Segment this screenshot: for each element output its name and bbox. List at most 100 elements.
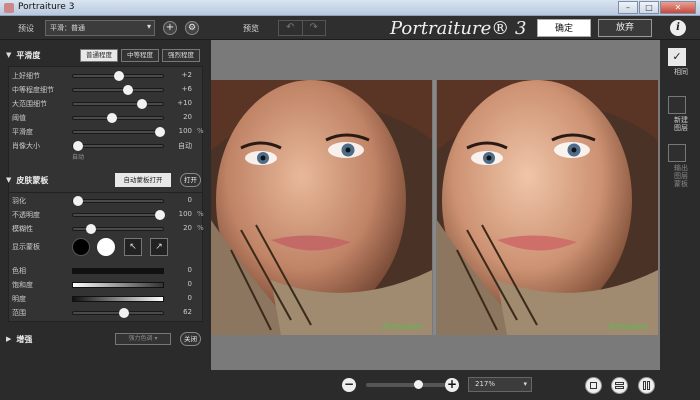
window-title: Portraiture 3 [18, 2, 75, 12]
slider-knob[interactable] [155, 127, 166, 137]
preview-divider[interactable] [433, 80, 436, 335]
slider-track[interactable] [72, 224, 164, 234]
slider-row: 色相 0 [12, 265, 202, 277]
zoom-value: 217% [475, 380, 496, 388]
preview-area[interactable]: Portraiture Portraiture [211, 40, 660, 370]
enhance-title: 增强 [16, 334, 33, 344]
slider-knob[interactable] [86, 224, 97, 234]
slider-track[interactable] [72, 308, 164, 318]
slider-label: 不透明度 [12, 211, 40, 219]
slider-track[interactable] [72, 85, 164, 95]
slider-knob[interactable] [123, 85, 134, 95]
preset-dropdown[interactable]: 平滑：普通 ▾ [45, 20, 155, 36]
slider-track[interactable] [72, 210, 166, 220]
slider-knob[interactable] [155, 210, 166, 220]
close-button[interactable]: ✕ [660, 1, 696, 14]
zoom-in-button[interactable]: + [445, 378, 459, 392]
slider-label: 饱和度 [12, 281, 33, 289]
slider-value: 100 [178, 127, 192, 135]
split-vertical-icon[interactable] [638, 377, 655, 394]
auto-mask-button[interactable]: 自动蒙板打开 [115, 173, 171, 187]
feature-size-sublabel: 自动 [72, 154, 85, 161]
maximize-button[interactable]: □ [639, 1, 659, 14]
slider-value: 自动 [178, 142, 192, 150]
smoothing-title: 平滑度 [16, 50, 41, 60]
slider-unit: % [197, 210, 204, 218]
triangle-down-icon: ▼ [6, 51, 12, 59]
output-mask-checkbox[interactable] [668, 144, 686, 162]
watermark: Portraiture [382, 323, 422, 331]
slider-row: 范围 62 [12, 307, 202, 319]
slider-track[interactable] [72, 71, 164, 81]
gradient-slider-track[interactable] [72, 268, 164, 274]
slider-knob[interactable] [106, 113, 117, 123]
info-icon[interactable]: i [670, 20, 686, 36]
mask-color-black[interactable] [72, 238, 90, 256]
slider-track[interactable] [72, 196, 164, 206]
single-view-icon[interactable] [585, 377, 602, 394]
slider-unit: % [197, 127, 204, 135]
slider-label: 羽化 [12, 197, 26, 205]
skin-mask-toggle[interactable]: 打开 [180, 173, 201, 187]
gradient-slider-track[interactable] [72, 282, 164, 288]
tab-strong[interactable]: 强烈程度 [162, 49, 200, 62]
redo-icon[interactable]: ↷ [303, 21, 326, 35]
zoom-out-button[interactable]: − [342, 378, 356, 392]
eyedropper-add-icon[interactable]: ↗ [150, 238, 168, 256]
mask-color-white[interactable] [97, 238, 115, 256]
slider-row: 肖像大小 自动 [12, 140, 202, 152]
top-toolbar: 预设 平滑：普通 ▾ + ⚙ 预览 ↶ ↷ Portraiture® 3 确定 … [0, 16, 700, 40]
slider-track[interactable] [72, 99, 164, 109]
split-horizontal-icon[interactable] [611, 377, 628, 394]
slider-unit: % [197, 224, 204, 232]
zoom-slider-knob[interactable] [414, 380, 423, 389]
slider-row: 明度 0 [12, 293, 202, 305]
zoom-slider[interactable] [366, 380, 446, 389]
smoothing-header[interactable]: ▼ 平滑度 [6, 48, 40, 62]
enhance-toggle[interactable]: 关闭 [180, 332, 201, 346]
same-layer-label: 相同 [674, 68, 688, 76]
output-mask-label: 输出图层蒙板 [674, 164, 688, 188]
slider-value: 0 [187, 266, 192, 274]
slider-label: 大范围细节 [12, 100, 47, 108]
slider-value: 0 [187, 196, 192, 204]
skin-mask-title: 皮肤蒙板 [16, 175, 49, 185]
preview-label: 预览 [243, 24, 259, 33]
ok-button[interactable]: 确定 [537, 19, 591, 37]
zoom-dropdown[interactable]: 217% ▾ [468, 377, 532, 392]
slider-row: 不透明度 100% [12, 209, 204, 221]
app-icon [4, 3, 14, 13]
enhance-header[interactable]: ▶ 增强 [6, 332, 32, 346]
add-preset-button[interactable]: + [163, 21, 177, 35]
tab-medium[interactable]: 中等程度 [121, 49, 159, 62]
minimize-button[interactable]: – [618, 1, 638, 14]
slider-track[interactable] [72, 141, 164, 151]
slider-knob[interactable] [114, 71, 124, 81]
slider-track[interactable] [72, 127, 166, 137]
slider-knob[interactable] [72, 196, 83, 206]
same-layer-check-icon[interactable]: ✓ [668, 48, 686, 66]
eyedropper-icon[interactable]: ↖ [124, 238, 142, 256]
gear-icon[interactable]: ⚙ [185, 21, 199, 35]
tab-normal[interactable]: 普通程度 [80, 49, 118, 62]
cancel-button[interactable]: 放弃 [598, 19, 652, 37]
slider-track[interactable] [72, 113, 164, 123]
slider-knob[interactable] [137, 99, 147, 109]
undo-icon[interactable]: ↶ [279, 21, 303, 35]
after-image: Portraiture [437, 80, 658, 335]
new-layer-checkbox[interactable] [668, 96, 686, 114]
slider-knob[interactable] [72, 141, 83, 151]
slider-label: 阈值 [12, 114, 26, 122]
slider-knob[interactable] [118, 308, 129, 318]
slider-value: 100 [178, 210, 192, 218]
window-controls: – □ ✕ [617, 1, 696, 14]
skin-mask-header[interactable]: ▼ 皮肤蒙板 [6, 173, 48, 187]
settings-panel: ▼ 平滑度 普通程度 中等程度 强烈程度 上好细节 +2 中等程度细节 +6 大范围细节… [0, 40, 208, 400]
slider-row: 平滑度 100% [12, 126, 204, 138]
enhance-dropdown[interactable]: 强力色调 ▾ [115, 333, 171, 345]
gradient-slider-track[interactable] [72, 296, 164, 302]
slider-row: 阈值 20 [12, 112, 202, 124]
triangle-right-icon: ▶ [6, 335, 12, 343]
zoom-bar: − + 217% ▾ [208, 370, 700, 400]
watermark: Portraiture [608, 323, 648, 331]
